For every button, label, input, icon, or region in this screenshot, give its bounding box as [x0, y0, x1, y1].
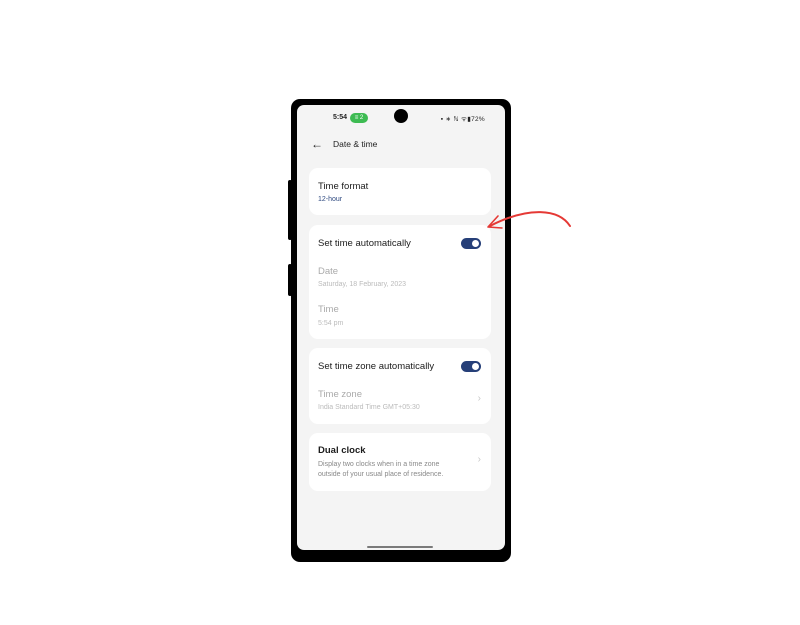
auto-time-title: Set time automatically [318, 238, 411, 249]
notification-badge: ≡ 2 [350, 113, 368, 123]
date-label: Date [318, 266, 339, 277]
time-format-card[interactable]: Time format 12-hour [309, 168, 491, 215]
home-indicator[interactable] [367, 546, 433, 548]
time-format-value: 12-hour [318, 196, 343, 203]
annotation-arrow-icon [487, 211, 571, 229]
auto-timezone-card: Set time zone automatically Time zone In… [309, 348, 491, 424]
status-time: 5:54 [333, 114, 348, 121]
dual-clock-title: Dual clock [318, 445, 366, 456]
date-value: Saturday, 18 February, 2023 [318, 281, 407, 288]
time-label: Time [318, 304, 339, 315]
notification-count: 2 [359, 115, 364, 121]
dual-clock-description-1: Display two clocks when in a time zone [318, 461, 440, 468]
dual-clock-card[interactable]: Dual clock Display two clocks when in a … [309, 433, 491, 491]
auto-timezone-title: Set time zone automatically [318, 361, 435, 372]
auto-timezone-toggle[interactable] [461, 361, 481, 372]
status-icons: ▪ ∗ ℕ ᯤ▮72% [440, 116, 485, 123]
time-format-title: Time format [318, 181, 369, 192]
app-header: ← Date & time [311, 137, 377, 151]
arrow-shaft [489, 211, 571, 227]
timezone-chevron-icon: › [477, 393, 481, 404]
timezone-value: India Standard Time GMT+05:30 [318, 404, 420, 411]
auto-time-toggle[interactable] [461, 238, 481, 249]
dual-clock-chevron-icon: › [477, 454, 481, 465]
dual-clock-description-2: outside of your usual place of residence… [318, 471, 444, 478]
page-title: Date & time [333, 139, 378, 149]
status-bar: 5:54 ≡ 2 ▪ ∗ ℕ ᯤ▮72% [297, 113, 505, 125]
back-arrow-icon[interactable]: ← [311, 138, 323, 150]
auto-time-card: Set time automatically Date Saturday, 18… [309, 225, 491, 339]
timezone-label: Time zone [318, 389, 362, 400]
phone-screen: 5:54 ≡ 2 ▪ ∗ ℕ ᯤ▮72% ← Date & time Time … [297, 105, 505, 550]
time-value: 5:54 pm [318, 320, 344, 327]
